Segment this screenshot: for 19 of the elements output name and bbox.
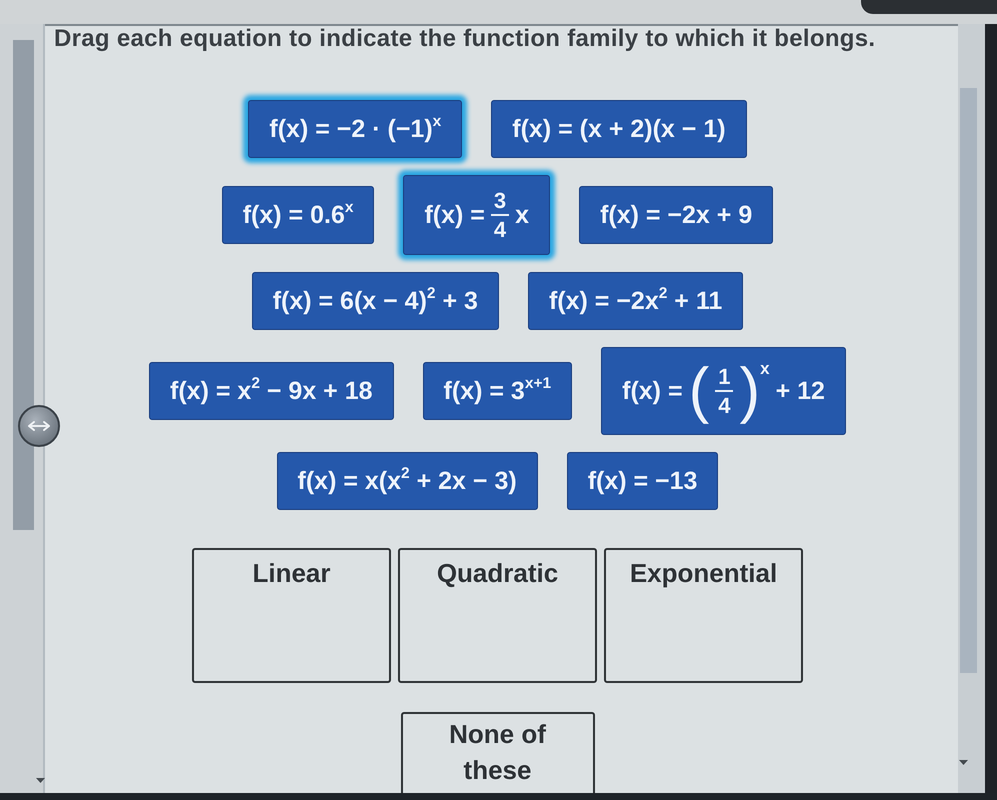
equation-tile[interactable]: f(x) = (x + 2)(x − 1) <box>491 100 747 158</box>
double-arrow-icon <box>27 420 51 432</box>
equation-tile[interactable]: f(x) = 3$^{x+1}$ <box>422 362 572 420</box>
down-triangle-icon[interactable] <box>959 760 968 765</box>
scrollbar-thumb[interactable] <box>960 88 977 673</box>
side-scrollbar[interactable] <box>13 40 34 530</box>
drop-zone[interactable]: Exponential <box>604 548 803 683</box>
equation-tile[interactable]: f(x) = −13 <box>566 452 718 510</box>
drop-zone[interactable]: Quadratic <box>398 548 597 683</box>
instruction-text: Drag each equation to indicate the function family to which it belongs. <box>53 26 876 52</box>
equation-tile[interactable]: f(x) = x(x$^{2}$ + 2x − 3) <box>276 452 538 510</box>
down-triangle-icon[interactable] <box>36 778 45 783</box>
equation-tile[interactable]: f(x) = 0.6$^{x}$ <box>222 186 374 244</box>
drop-zone[interactable]: Linear <box>192 548 391 683</box>
equation-tile[interactable]: f(x) = 6(x − 4)$^{2}$ + 3 <box>252 272 499 330</box>
equation-tile[interactable]: f(x) = x$^{2}$ − 9x + 18 <box>149 362 394 420</box>
equation-tile[interactable]: f(x) = −2 · (−1)$^{x}$ <box>248 100 462 158</box>
equation-tile[interactable]: f(x) = −2x$^{2}$ + 11 <box>528 272 744 330</box>
equation-tile[interactable]: f(x) = −2x + 9 <box>579 186 774 244</box>
